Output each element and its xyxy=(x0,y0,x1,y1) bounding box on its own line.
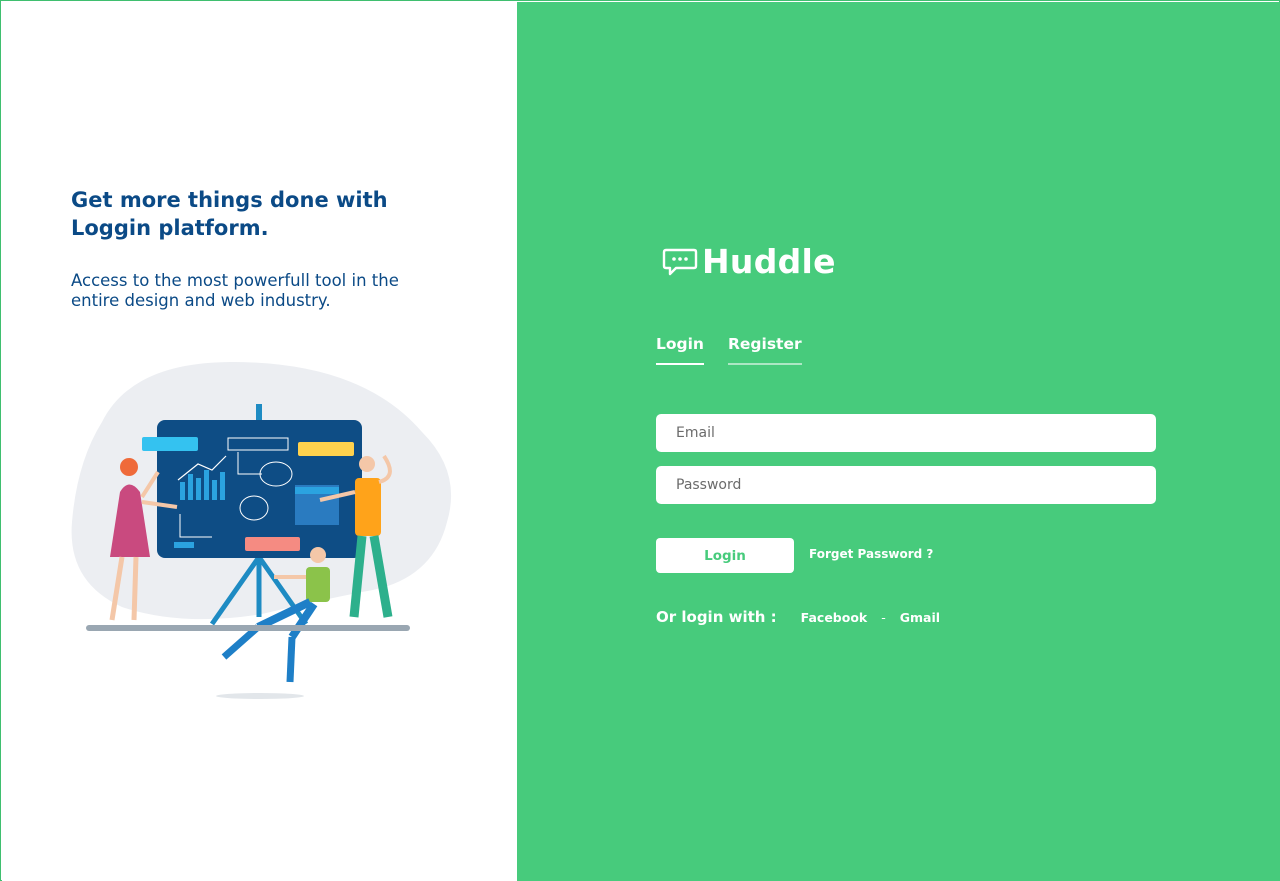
tab-login[interactable]: Login xyxy=(656,335,704,365)
social-login: Or login with : Facebook - Gmail xyxy=(656,608,940,626)
brand-name: Huddle xyxy=(702,242,836,281)
tab-register[interactable]: Register xyxy=(727,335,802,365)
hero-panel: Get more things done with Loggin platfor… xyxy=(2,2,517,881)
email-field[interactable] xyxy=(656,414,1156,452)
brand: Huddle xyxy=(662,242,836,281)
facebook-login-link[interactable]: Facebook xyxy=(801,610,868,625)
social-separator: - xyxy=(881,609,886,625)
hero-subtitle: Access to the most powerfull tool in the… xyxy=(71,271,399,310)
social-login-label: Or login with : xyxy=(656,608,777,626)
auth-tabs: Login Register xyxy=(656,335,826,365)
login-panel: Huddle Login Register Login Forget Passw… xyxy=(517,2,1280,881)
presentation-illustration xyxy=(71,362,452,699)
password-field[interactable] xyxy=(656,466,1156,504)
gmail-login-link[interactable]: Gmail xyxy=(900,610,940,625)
hero-headline: Get more things done with Loggin platfor… xyxy=(71,188,388,240)
forgot-password-link[interactable]: Forget Password ? xyxy=(809,547,933,561)
app-frame: Get more things done with Loggin platfor… xyxy=(0,0,1280,881)
login-button[interactable]: Login xyxy=(656,538,794,573)
chat-bubble-icon xyxy=(662,248,698,275)
